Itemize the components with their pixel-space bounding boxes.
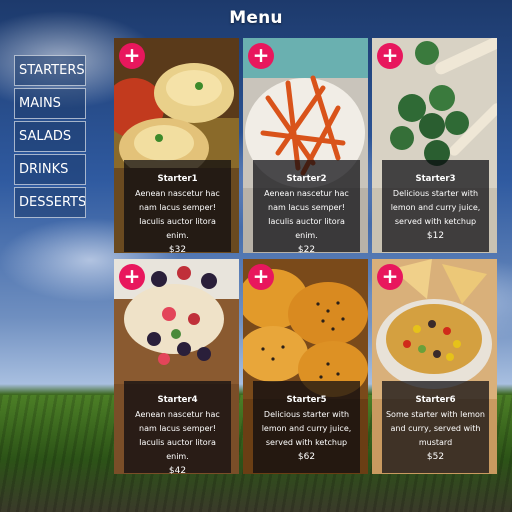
item-info: Starter5 Delicious starter with lemon an…: [253, 381, 360, 473]
menu-card-starter1[interactable]: + Starter1 Aenean nascetur hac nam lacus…: [114, 38, 239, 253]
menu-card-starter4[interactable]: + Starter4 Aenean nascetur hac nam lacus…: [114, 259, 239, 474]
nav-item-drinks[interactable]: DRINKS: [14, 154, 86, 185]
item-name: Starter6: [415, 395, 456, 405]
item-description: Some starter with lemon and curry, serve…: [385, 410, 486, 447]
nav-item-mains[interactable]: MAINS: [14, 88, 86, 119]
add-button[interactable]: +: [377, 264, 403, 290]
item-name: Starter2: [286, 174, 327, 184]
item-description: Delicious starter with lemon and curry j…: [390, 189, 481, 226]
item-name: Starter5: [286, 395, 327, 405]
category-nav: STARTERS MAINS SALADS DRINKS DESSERTS: [14, 55, 86, 220]
item-description: Aenean nascetur hac nam lacus semper! Ia…: [264, 189, 349, 240]
add-button[interactable]: +: [377, 43, 403, 69]
item-info: Starter3 Delicious starter with lemon an…: [382, 160, 489, 252]
item-name: Starter3: [415, 174, 456, 184]
item-price: $12: [426, 231, 445, 241]
item-price: $42: [168, 466, 187, 474]
item-info: Starter2 Aenean nascetur hac nam lacus s…: [253, 160, 360, 253]
item-price: $52: [426, 452, 445, 462]
item-description: Aenean nascetur hac nam lacus semper! Ia…: [135, 189, 220, 240]
nav-item-salads[interactable]: SALADS: [14, 121, 86, 152]
item-info: Starter4 Aenean nascetur hac nam lacus s…: [124, 381, 231, 474]
item-info: Starter1 Aenean nascetur hac nam lacus s…: [124, 160, 231, 253]
nav-item-starters[interactable]: STARTERS: [14, 55, 86, 86]
menu-card-starter3[interactable]: + Starter3 Delicious starter with lemon …: [372, 38, 497, 253]
add-button[interactable]: +: [119, 43, 145, 69]
item-price: $22: [297, 245, 316, 253]
nav-item-desserts[interactable]: DESSERTS: [14, 187, 86, 218]
add-button[interactable]: +: [248, 264, 274, 290]
menu-card-starter2[interactable]: + Starter2 Aenean nascetur hac nam lacus…: [243, 38, 368, 253]
item-description: Delicious starter with lemon and curry j…: [261, 410, 352, 447]
item-description: Aenean nascetur hac nam lacus semper! Ia…: [135, 410, 220, 461]
add-button[interactable]: +: [248, 43, 274, 69]
item-name: Starter4: [157, 395, 198, 405]
menu-card-starter5[interactable]: + Starter5 Delicious starter with lemon …: [243, 259, 368, 474]
add-button[interactable]: +: [119, 264, 145, 290]
item-price: $32: [168, 245, 187, 253]
item-info: Starter6 Some starter with lemon and cur…: [382, 381, 489, 473]
menu-card-starter6[interactable]: + Starter6 Some starter with lemon and c…: [372, 259, 497, 474]
item-name: Starter1: [157, 174, 198, 184]
item-price: $62: [297, 452, 316, 462]
page-title: Menu: [229, 8, 283, 28]
